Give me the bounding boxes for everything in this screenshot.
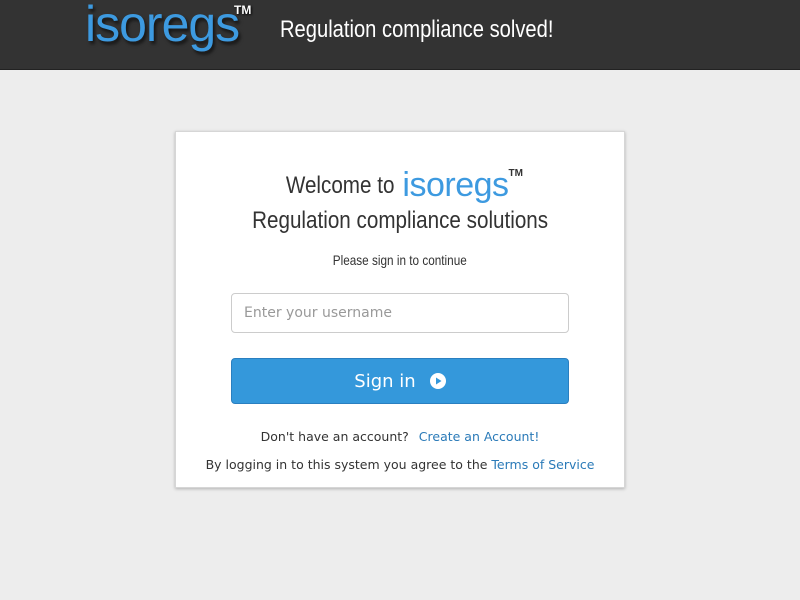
terms-of-service-link[interactable]: Terms of Service [491,457,594,472]
welcome-text: Welcome to [285,171,395,199]
brand-trademark: TM [234,3,252,17]
account-prompt: Don't have an account? Create an Account… [176,429,624,444]
welcome-heading: Welcome to isoregsTM [176,166,624,206]
login-subtitle-text: Regulation compliance solutions [251,207,548,234]
username-input[interactable] [231,293,569,333]
signin-hint: Please sign in to continue [176,250,624,270]
brand-logo[interactable]: isoregs [85,0,240,54]
welcome-brand-trademark: TM [508,168,523,179]
login-card: Welcome to isoregsTM Regulation complian… [175,131,625,488]
play-circle-icon [429,373,446,389]
sign-in-button[interactable]: Sign in [231,358,569,404]
top-header-bar: isoregs TM Regulation compliance solved! [0,0,800,70]
welcome-brand-logo: isoregs [402,166,509,204]
sign-in-button-label: Sign in [354,370,416,392]
header-tagline: Regulation compliance solved! [280,16,554,43]
login-subtitle: Regulation compliance solutions [176,204,624,238]
terms-notice: By logging in to this system you agree t… [176,457,624,472]
no-account-text: Don't have an account? [260,429,409,444]
terms-notice-text: By logging in to this system you agree t… [205,457,488,472]
create-account-link[interactable]: Create an Account! [419,429,540,444]
signin-hint-text: Please sign in to continue [332,252,468,268]
